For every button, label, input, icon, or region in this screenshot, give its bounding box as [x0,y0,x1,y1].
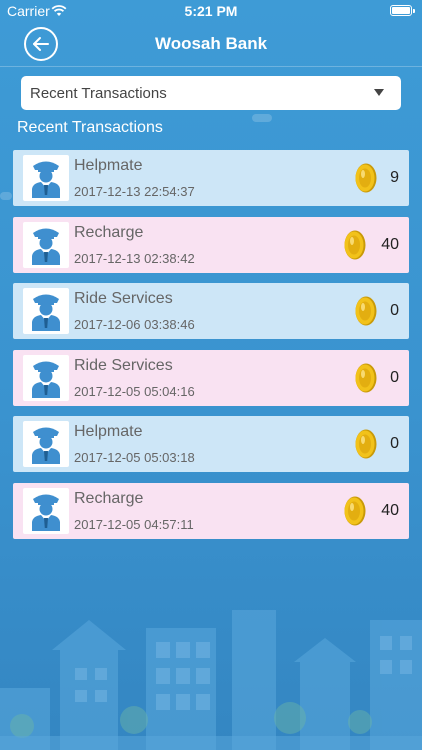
transaction-amount: 9 [390,169,399,186]
battery-icon [390,5,415,16]
transaction-date: 2017-12-05 05:04:16 [74,383,195,399]
driver-avatar-icon [32,361,60,398]
transaction-row[interactable]: Recharge 2017-12-13 02:38:42 40 [13,216,409,273]
coin-icon [344,496,366,526]
status-bar: Carrier 5:21 PM [0,0,422,22]
city-skyline-decoration [0,610,422,750]
transaction-date: 2017-12-05 04:57:11 [74,516,194,532]
transaction-date: 2017-12-13 22:54:37 [74,184,195,199]
coin-icon [355,429,377,459]
nav-bar: Woosah Bank [0,22,422,66]
avatar [23,421,69,467]
avatar [23,487,69,534]
transaction-filter-dropdown[interactable]: Recent Transactions [21,76,401,110]
transaction-date: 2017-12-13 02:38:42 [74,250,195,266]
transaction-row[interactable]: Ride Services 2017-12-06 03:38:46 0 [13,283,409,339]
transaction-amount: 0 [390,302,399,319]
driver-avatar-icon [32,494,60,531]
avatar [23,221,69,268]
transaction-row[interactable]: Recharge 2017-12-05 04:57:11 40 [13,482,409,539]
transaction-date: 2017-12-06 03:38:46 [74,317,195,332]
transaction-title: Recharge [74,489,144,507]
transaction-date: 2017-12-05 05:03:18 [74,450,195,465]
transaction-amount: 40 [381,235,399,253]
transaction-list: Helpmate 2017-12-13 22:54:37 9 Recharge 20… [13,150,409,549]
coin-icon [355,363,377,393]
coin-icon [355,296,377,326]
coin-icon [355,163,377,193]
chevron-down-icon [374,89,384,96]
transaction-title: Ride Services [74,290,173,307]
nav-divider [0,66,422,67]
dropdown-selected-value: Recent Transactions [30,85,167,102]
coin-icon [344,230,366,260]
driver-avatar-icon [32,294,60,331]
avatar [23,288,69,334]
status-time: 5:21 PM [184,3,238,19]
driver-avatar-icon [32,427,60,464]
page-title: Woosah Bank [154,34,268,53]
driver-avatar-icon [32,228,60,265]
driver-avatar-icon [32,161,60,198]
cloud-decoration [252,114,272,122]
transaction-row[interactable]: Ride Services 2017-12-05 05:04:16 0 [13,349,409,406]
transaction-amount: 0 [390,368,399,386]
transaction-title: Helpmate [74,423,143,440]
transaction-title: Ride Services [74,356,173,374]
transaction-title: Helpmate [74,157,143,174]
transaction-amount: 40 [381,501,399,519]
transaction-row[interactable]: Helpmate 2017-12-13 22:54:37 9 [13,150,409,206]
avatar [23,155,69,201]
transaction-amount: 0 [390,435,399,452]
transaction-title: Recharge [74,223,144,241]
cloud-decoration [0,192,12,200]
avatar [23,354,69,401]
transaction-row[interactable]: Helpmate 2017-12-05 05:03:18 0 [13,416,409,472]
section-title: Recent Transactions [17,119,163,136]
